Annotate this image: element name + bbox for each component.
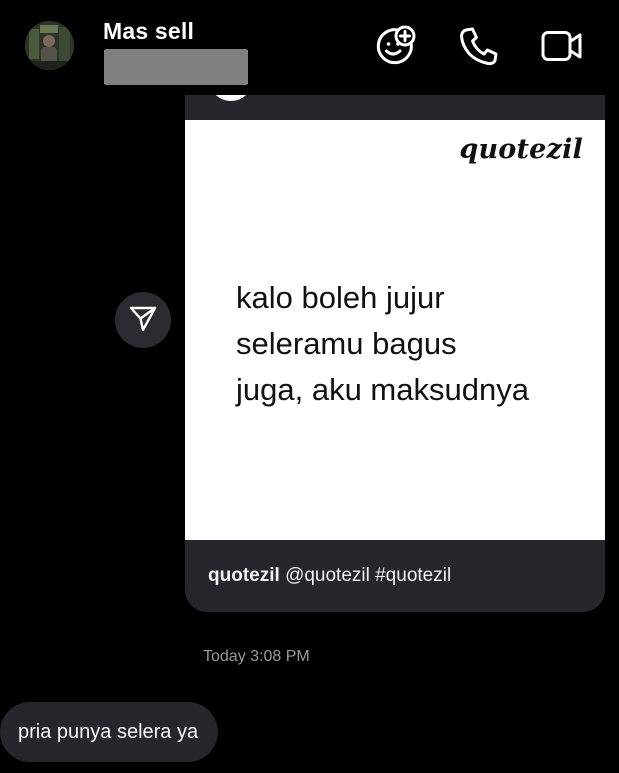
quote-line: kalo boleh jujur xyxy=(236,280,445,315)
shared-post-card[interactable]: quotezil kalo boleh jujur seleramu bagus… xyxy=(185,95,605,612)
face-effects-icon[interactable] xyxy=(373,24,417,68)
phone-icon[interactable] xyxy=(457,24,501,68)
received-message-bubble[interactable]: pria punya selera ya xyxy=(0,702,219,762)
post-author-avatar[interactable] xyxy=(209,95,253,101)
post-caption-username[interactable]: quotezil xyxy=(208,565,280,586)
contact-avatar[interactable] xyxy=(25,21,74,70)
contact-name[interactable]: Mas sell xyxy=(103,18,194,45)
message-timestamp: Today 3:08 PM xyxy=(203,648,310,665)
post-quote-text: kalo boleh jujur seleramu bagus juga, ak… xyxy=(236,275,586,413)
post-header xyxy=(185,95,605,120)
contact-subtitle-redacted xyxy=(104,49,248,85)
video-camera-icon[interactable] xyxy=(540,24,584,68)
share-send-icon xyxy=(128,303,158,338)
post-image[interactable]: quotezil kalo boleh jujur seleramu bagus… xyxy=(185,120,605,540)
post-brand-watermark: quotezil xyxy=(459,134,583,165)
share-send-button[interactable] xyxy=(115,292,171,348)
quote-line: juga, aku maksudnya xyxy=(236,372,529,407)
quote-line: seleramu bagus xyxy=(236,326,457,361)
post-caption-text: @quotezil #quotezil xyxy=(285,565,452,586)
post-caption: quotezil @quotezil #quotezil xyxy=(208,565,451,587)
message-text: pria punya selera ya xyxy=(18,720,199,743)
